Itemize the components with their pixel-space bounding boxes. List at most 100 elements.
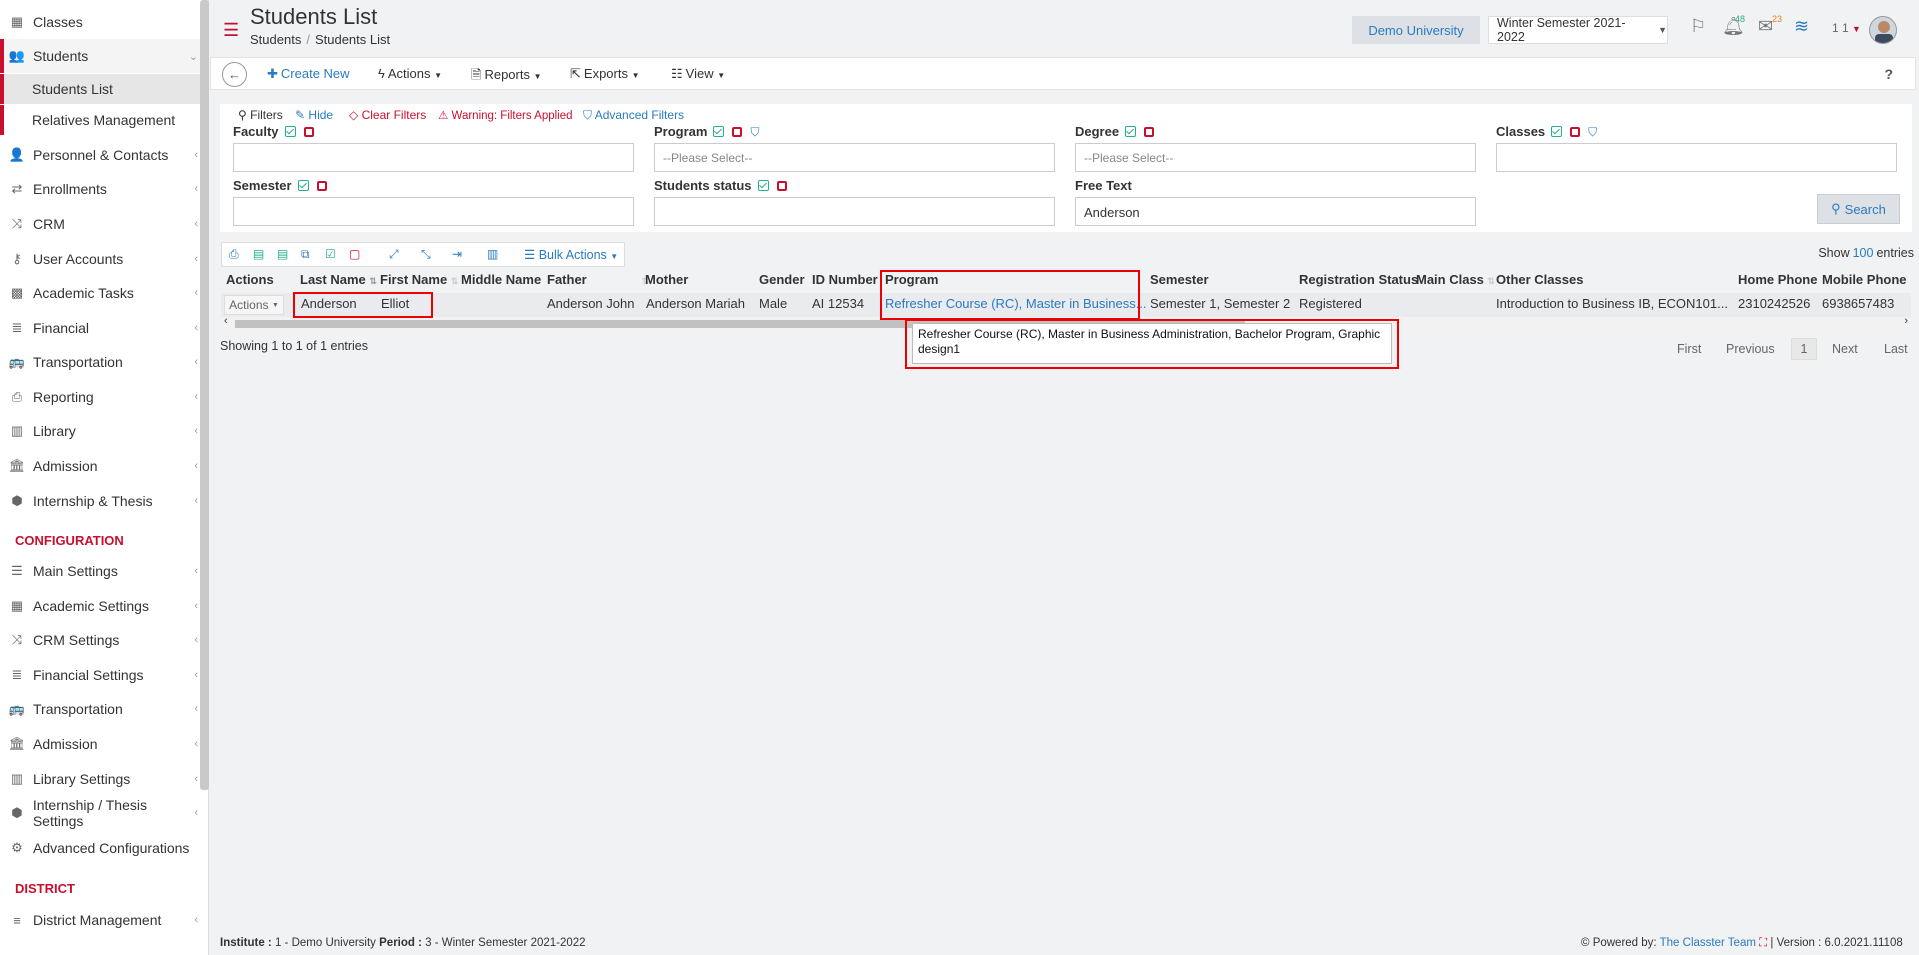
sidebar-item-internship-settings[interactable]: ⬢ Internship / Thesis Settings ‹ (0, 796, 200, 830)
sidebar-item-students[interactable]: 👥 Students ⌄ (0, 39, 200, 73)
scroll-left-icon[interactable]: ‹ (224, 315, 228, 327)
deselect-all-icon[interactable] (1570, 127, 1581, 137)
funnel-icon[interactable]: ⛉ (1588, 125, 1597, 140)
sidebar-item-personnel[interactable]: 👤 Personnel & Contacts ‹ (0, 138, 200, 172)
sidebar-item-financial[interactable]: ≣ Financial ‹ (0, 311, 200, 345)
pagination-last[interactable]: Last (1884, 342, 1908, 356)
sidebar-item-transportation[interactable]: 🚌 Transportation ‹ (0, 345, 200, 379)
sidebar-item-enrollments[interactable]: ⇄ Enrollments ‹ (0, 172, 200, 206)
expand-icon[interactable]: ⤢ (389, 247, 399, 262)
sidebar-item-relatives-management[interactable]: Relatives Management (0, 105, 200, 135)
bulk-actions-dropdown[interactable]: ☰ Bulk Actions ▼ (524, 247, 618, 262)
hamburger-menu-icon[interactable]: ☰ (223, 20, 239, 41)
sidebar-item-admission-settings[interactable]: 🏛 Admission ‹ (0, 727, 200, 761)
sidebar-item-district-management[interactable]: ≡ District Management ‹ (0, 903, 200, 937)
sidebar-item-students-list[interactable]: Students List (0, 74, 200, 104)
deselect-all-icon[interactable]: ▢ (349, 247, 360, 261)
sidebar-item-admission[interactable]: 🏛 Admission ‹ (0, 449, 200, 483)
select-all-icon[interactable] (1551, 126, 1563, 137)
students-status-select[interactable] (654, 197, 1055, 226)
free-text-input[interactable]: Anderson (1075, 197, 1476, 226)
cell-other-classes-link[interactable]: Introduction to Business IB, ECON101... (1496, 296, 1728, 311)
sidebar-item-transportation-settings[interactable]: 🚌 Transportation ‹ (0, 692, 200, 726)
actions-dropdown[interactable]: ϟ Actions ▼ (378, 66, 442, 81)
reports-dropdown[interactable]: 🗎 Reports ▼ (471, 66, 542, 88)
funnel-icon[interactable]: ⛉ (750, 125, 759, 140)
compress-icon[interactable]: ⤡ (421, 247, 431, 262)
deselect-all-icon[interactable] (776, 181, 787, 191)
sidebar-item-advanced-configurations[interactable]: ⚙ Advanced Configurations (0, 831, 200, 865)
scroll-right-icon[interactable]: › (1904, 315, 1908, 327)
col-header-semester[interactable]: Semester (1150, 272, 1209, 287)
sidebar-item-financial-settings[interactable]: ≣ Financial Settings ‹ (0, 658, 200, 692)
col-header-last-name[interactable]: Last Name ⇅ (300, 272, 377, 287)
help-icon[interactable]: ? (1884, 66, 1893, 82)
pagination-previous[interactable]: Previous (1726, 342, 1775, 356)
select-all-icon[interactable] (297, 180, 309, 191)
csv-icon[interactable]: ▤ (277, 247, 288, 261)
sidebar-item-reporting[interactable]: ⎙ Reporting ‹ (0, 380, 200, 414)
excel-icon[interactable]: ▤ (253, 247, 264, 261)
exports-dropdown[interactable]: ⇱ Exports ▼ (570, 66, 640, 82)
sidebar-item-crm[interactable]: ⤨ CRM ‹ (0, 207, 200, 241)
sidebar-item-library[interactable]: ▥ Library ‹ (0, 414, 200, 448)
pagination-next[interactable]: Next (1832, 342, 1858, 356)
university-button[interactable]: Demo University (1352, 16, 1480, 44)
pagination-first[interactable]: First (1677, 342, 1701, 356)
col-header-mother[interactable]: Mother (645, 272, 688, 287)
faculty-select[interactable] (233, 143, 634, 172)
deselect-all-icon[interactable] (732, 127, 743, 137)
print-icon[interactable]: ⎙ (229, 247, 239, 262)
clear-filters-link[interactable]: ◇ Clear Filters (349, 108, 426, 122)
view-dropdown[interactable]: ☷ View ▼ (671, 66, 725, 82)
degree-select[interactable]: --Please Select-- (1075, 143, 1476, 172)
sidebar-item-crm-settings[interactable]: ⤨ CRM Settings ‹ (0, 623, 200, 657)
select-all-icon[interactable] (284, 126, 296, 137)
deselect-all-icon[interactable] (1144, 127, 1155, 137)
sidebar-item-internship-thesis[interactable]: ⬢ Internship & Thesis ‹ (0, 484, 200, 518)
sidebar-item-academic-tasks[interactable]: ▩ Academic Tasks ‹ (0, 276, 200, 310)
cell-mother-link[interactable]: Anderson Mariah (646, 296, 745, 311)
select-all-icon[interactable] (1125, 126, 1137, 137)
cell-father-link[interactable]: Anderson John (547, 296, 634, 311)
flag-icon[interactable]: ⚐ (1690, 16, 1706, 37)
hide-filters-link[interactable]: ✎ Hide (295, 108, 333, 122)
deselect-all-icon[interactable] (316, 181, 327, 191)
sidebar-item-academic-settings[interactable]: ▦ Academic Settings ‹ (0, 589, 200, 623)
col-header-mobile-phone[interactable]: Mobile Phone (1822, 272, 1907, 287)
select-all-icon[interactable] (757, 180, 769, 191)
sidebar-scrollbar[interactable] (200, 0, 209, 790)
pagination-current[interactable]: 1 (1791, 338, 1817, 360)
col-header-first-name[interactable]: First Name ⇅ (380, 272, 458, 287)
col-header-main-class[interactable]: Main Class ⇅ (1416, 272, 1495, 287)
sidebar-item-main-settings[interactable]: ☰ Main Settings ‹ (0, 554, 200, 588)
classes-select[interactable] (1496, 143, 1897, 172)
row-actions-dropdown[interactable]: Actions ▼ (224, 295, 284, 315)
sidebar-item-user-accounts[interactable]: ⚷ User Accounts ‹ (0, 242, 200, 276)
col-header-father[interactable]: Father ⇅ (547, 272, 649, 287)
col-header-other-classes[interactable]: Other Classes (1496, 272, 1583, 287)
col-header-id-number[interactable]: ID Number (812, 272, 878, 287)
col-header-registration-status[interactable]: Registration Status (1299, 272, 1418, 287)
sidebar-item-classes[interactable]: ▦ Classes (0, 5, 200, 39)
col-header-middle-name[interactable]: Middle Name (461, 272, 541, 287)
select-all-icon[interactable]: ☑ (325, 247, 336, 261)
search-button[interactable]: ⚲ Search (1817, 194, 1900, 224)
layers-icon[interactable]: ≋ (1794, 16, 1809, 37)
col-header-home-phone[interactable]: Home Phone (1738, 272, 1817, 287)
create-new-button[interactable]: ✚ Create New (267, 66, 350, 82)
semester-filter-select[interactable] (233, 197, 634, 226)
sidebar-item-library-settings[interactable]: ▥ Library Settings ‹ (0, 762, 200, 796)
breadcrumb-students[interactable]: Students (250, 32, 301, 47)
copy-icon[interactable]: ⧉ (301, 247, 310, 262)
program-select[interactable]: --Please Select-- (654, 143, 1055, 172)
deselect-all-icon[interactable] (303, 127, 314, 137)
col-header-gender[interactable]: Gender (759, 272, 805, 287)
back-button[interactable]: ← (222, 62, 247, 87)
classter-team-link[interactable]: The Classter Team (1660, 937, 1756, 949)
share-icon[interactable]: ⇥ (452, 247, 462, 261)
entries-select[interactable]: 100 (1853, 246, 1874, 260)
avatar[interactable] (1869, 16, 1897, 44)
semester-select[interactable]: Winter Semester 2021-2022 ▼ (1488, 16, 1668, 44)
select-all-icon[interactable] (713, 126, 725, 137)
